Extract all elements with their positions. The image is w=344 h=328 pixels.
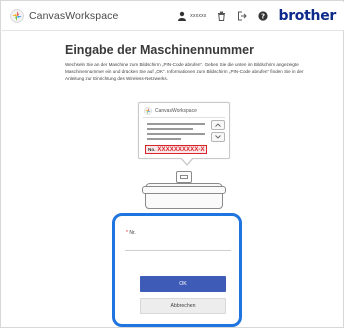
trash-icon[interactable] bbox=[215, 10, 227, 22]
header-actions: xxxxxx ? brother bbox=[167, 8, 336, 24]
chevron-up-icon bbox=[211, 120, 225, 130]
illustration-header: CanvasWorkspace bbox=[144, 107, 197, 115]
machine-number-label: * Nr. bbox=[126, 230, 136, 236]
serial-value: XXXXXXXXXX-X bbox=[157, 146, 205, 153]
illustration-text-line bbox=[147, 138, 181, 140]
page-title: Eingabe der Maschinennummer bbox=[65, 43, 254, 57]
machine-display-icon bbox=[176, 171, 192, 183]
chevron-down-icon bbox=[211, 132, 225, 142]
serial-prefix: No. bbox=[148, 147, 156, 152]
illustration-app-name: CanvasWorkspace bbox=[155, 108, 197, 114]
app-name: CanvasWorkspace bbox=[29, 10, 119, 22]
cancel-button[interactable]: Abbrechen bbox=[140, 298, 226, 314]
app-window: CanvasWorkspace xxxxxx ? brother Eingabe… bbox=[0, 0, 344, 328]
cutting-machine-top-icon bbox=[142, 186, 226, 194]
ok-button[interactable]: OK bbox=[140, 276, 226, 292]
illustration-text-line bbox=[147, 133, 205, 135]
help-icon[interactable]: ? bbox=[257, 10, 269, 22]
logout-icon[interactable] bbox=[236, 10, 248, 22]
user-name[interactable]: xxxxxx bbox=[190, 13, 206, 19]
machine-number-form: * Nr. OK Abbrechen bbox=[112, 213, 242, 327]
canvasworkspace-logo-icon bbox=[10, 9, 24, 23]
serial-number-display: No. XXXXXXXXXX-X bbox=[145, 145, 207, 154]
illustration-text-line bbox=[147, 123, 205, 125]
machine-number-input[interactable] bbox=[125, 238, 231, 251]
callout-pointer-inner bbox=[181, 157, 193, 164]
svg-text:?: ? bbox=[261, 13, 265, 21]
page-description: Wechseln Sie an der Maschine zum Bildsch… bbox=[65, 62, 304, 81]
required-mark: * bbox=[126, 230, 128, 236]
machine-number-label-text: Nr. bbox=[129, 230, 136, 236]
machine-display-inner bbox=[180, 175, 188, 179]
illustration-text-line bbox=[147, 128, 193, 130]
header-bar: CanvasWorkspace xxxxxx ? brother bbox=[2, 2, 344, 31]
illustration-divider bbox=[143, 117, 225, 118]
brother-brand-logo: brother bbox=[278, 8, 336, 24]
canvasworkspace-logo-icon bbox=[144, 107, 152, 115]
user-icon[interactable] bbox=[176, 10, 188, 22]
machine-screen-illustration: CanvasWorkspace No. XXXXXXXXXX-X bbox=[138, 102, 230, 159]
